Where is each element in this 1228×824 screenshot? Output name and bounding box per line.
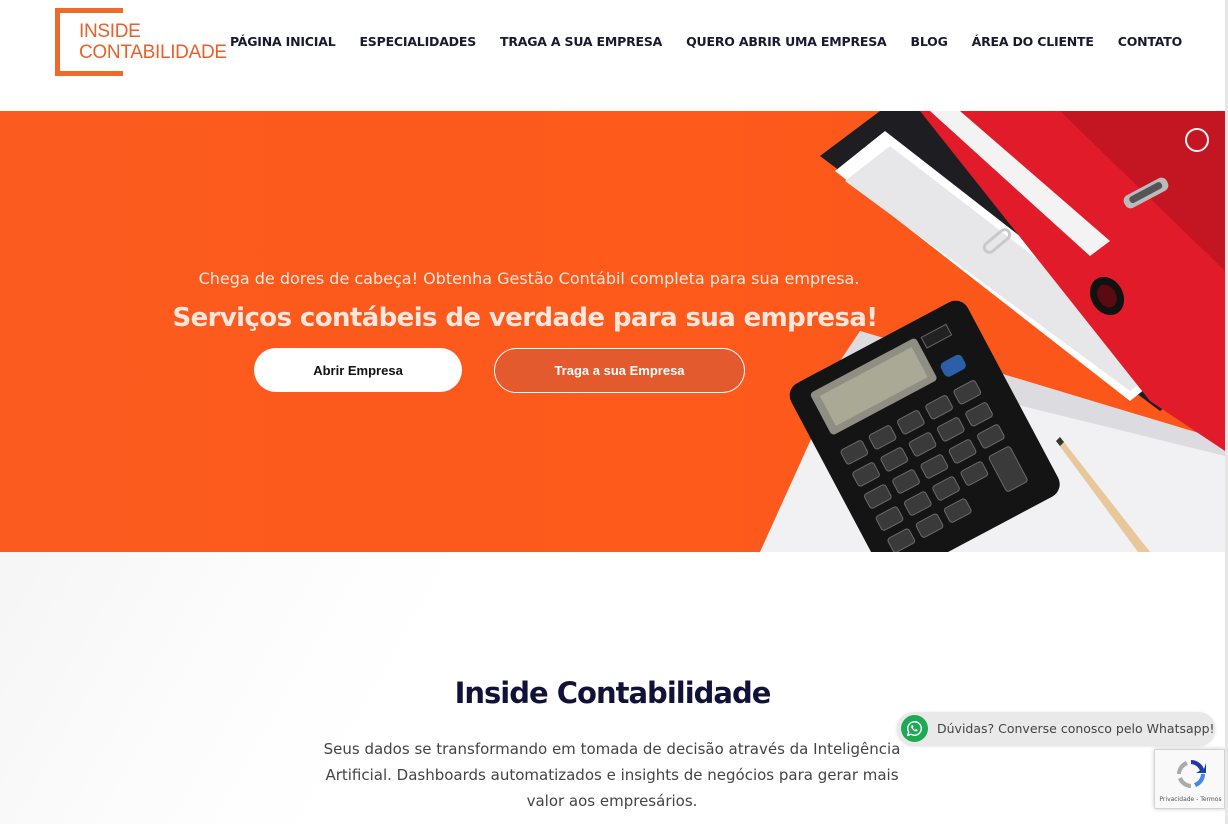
- logo-line2: CONTABILIDADE: [79, 42, 227, 63]
- nav-item-abrir-empresa[interactable]: QUERO ABRIR UMA EMPRESA: [686, 34, 887, 49]
- logo-text: INSIDE CONTABILIDADE: [79, 21, 227, 63]
- about-title: Inside Contabilidade: [454, 676, 772, 710]
- site-header: INSIDE CONTABILIDADE PÁGINA INICIAL ESPE…: [0, 0, 1228, 110]
- nav-item-blog[interactable]: BLOG: [911, 34, 948, 49]
- whatsapp-label: Dúvidas? Converse conosco pelo Whatsapp!: [937, 721, 1215, 736]
- nav-item-pagina-inicial[interactable]: PÁGINA INICIAL: [230, 34, 336, 49]
- slider-dot-icon[interactable]: [1185, 128, 1209, 152]
- about-text: Seus dados se transformando em tomada de…: [323, 740, 901, 810]
- recaptcha-badge[interactable]: Privacidade - Termos: [1154, 749, 1225, 809]
- logo-line1: INSIDE: [79, 21, 141, 42]
- main-nav: PÁGINA INICIAL ESPECIALIDADES TRAGA A SU…: [230, 34, 1182, 49]
- traga-sua-empresa-button[interactable]: Traga a sua Empresa: [494, 348, 745, 393]
- whatsapp-chat-button[interactable]: Dúvidas? Converse conosco pelo Whatsapp!: [897, 712, 1215, 745]
- hero-subtitle: Chega de dores de cabeça! Obtenha Gestão…: [198, 269, 860, 288]
- nav-item-traga-sua-empresa[interactable]: TRAGA A SUA EMPRESA: [500, 34, 662, 49]
- recaptcha-icon: [1177, 760, 1206, 788]
- nav-item-especialidades[interactable]: ESPECIALIDADES: [359, 34, 476, 49]
- recaptcha-label[interactable]: Privacidade - Termos: [1155, 796, 1226, 803]
- hero-title: Serviços contábeis de verdade para sua e…: [172, 303, 878, 333]
- about-section: Inside Contabilidade Seus dados se trans…: [0, 552, 1225, 824]
- logo[interactable]: INSIDE CONTABILIDADE: [55, 8, 235, 76]
- nav-item-area-cliente[interactable]: ÁREA DO CLIENTE: [972, 34, 1094, 49]
- hero-banner: Chega de dores de cabeça! Obtenha Gestão…: [0, 111, 1225, 552]
- whatsapp-icon: [901, 715, 928, 742]
- nav-item-contato[interactable]: CONTATO: [1118, 34, 1182, 49]
- abrir-empresa-button[interactable]: Abrir Empresa: [254, 348, 462, 392]
